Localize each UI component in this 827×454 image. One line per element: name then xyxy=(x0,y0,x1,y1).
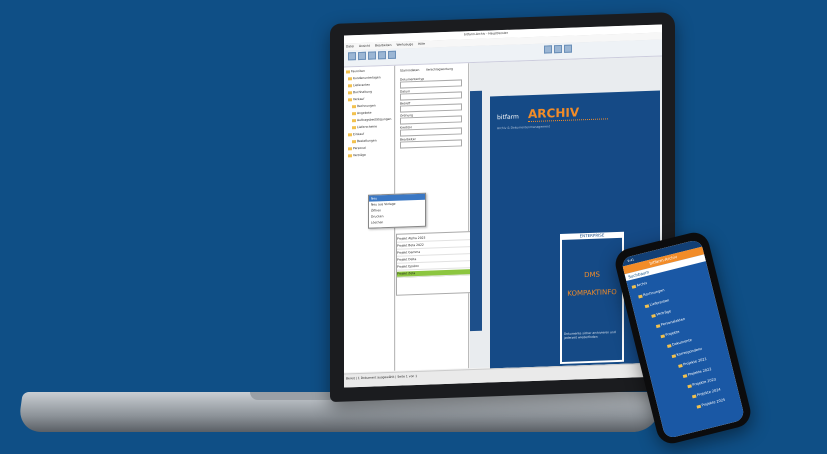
folder-icon xyxy=(352,125,356,129)
folder-icon xyxy=(348,153,352,157)
phone-tree-item[interactable]: Rechnungen xyxy=(638,288,665,298)
folder-icon xyxy=(348,83,352,87)
folder-icon xyxy=(348,97,352,101)
menu-bearbeiten[interactable]: Bearbeiten xyxy=(375,43,391,48)
new-icon[interactable] xyxy=(348,52,356,61)
doctype-field[interactable] xyxy=(400,79,462,89)
folder-icon xyxy=(687,383,692,388)
tree-item[interactable]: Bestellungen xyxy=(352,138,377,143)
phone-tree-item[interactable]: Verträge xyxy=(651,309,671,318)
phone-tree-item[interactable]: Dokumente xyxy=(666,338,692,348)
menu-werkzeuge[interactable]: Werkzeuge xyxy=(396,42,413,47)
folder-icon xyxy=(352,139,356,143)
open-icon[interactable] xyxy=(358,51,366,61)
brand-tagline: Archiv & Dokumentenmanagement xyxy=(497,124,551,131)
folder-icon xyxy=(678,363,683,368)
settings-icon[interactable] xyxy=(564,44,572,53)
folder-icon xyxy=(691,394,697,398)
folder-icon xyxy=(651,313,656,318)
print-icon[interactable] xyxy=(378,51,386,60)
phone-tree-item[interactable]: Personalakten xyxy=(655,317,685,328)
phone-tree-item[interactable]: Archiv xyxy=(631,281,648,289)
tree-item[interactable]: Favoriten xyxy=(346,69,365,74)
phone-tree-item[interactable]: Projekte 2024 xyxy=(691,387,721,398)
tree-item[interactable]: Personal xyxy=(348,146,366,151)
folder-icon xyxy=(666,343,672,348)
folder-icon xyxy=(644,303,650,308)
phone-tree-item[interactable]: Projekte xyxy=(660,330,680,339)
window-title: bitfarm-Archiv - Hauptfenster xyxy=(464,30,508,37)
folder-icon xyxy=(348,76,352,80)
brand-small: bitfarm xyxy=(497,113,519,122)
folder-icon xyxy=(660,333,665,338)
folder-icon xyxy=(346,69,350,73)
folder-icon xyxy=(696,404,702,409)
phone-time: 9:41 xyxy=(627,257,635,264)
tree-item[interactable]: Auftragsbestätigungen xyxy=(352,117,391,122)
folder-icon xyxy=(352,111,356,115)
folder-icon xyxy=(348,132,352,136)
folder-icon xyxy=(655,323,661,328)
tree-item[interactable]: Verkauf xyxy=(348,97,364,102)
folder-icon xyxy=(638,294,643,298)
zoom-icon[interactable] xyxy=(544,45,552,54)
date-field[interactable] xyxy=(400,91,462,101)
phone-tree-item[interactable]: Korrespondenz xyxy=(671,347,702,358)
tree-item[interactable]: Lieferscheine xyxy=(352,124,377,129)
folder-icon xyxy=(352,118,356,122)
menu-ansicht[interactable]: Ansicht xyxy=(359,44,370,48)
menu-hilfe[interactable]: Hilfe xyxy=(418,42,425,46)
subject-field[interactable] xyxy=(400,103,462,113)
tree-item[interactable]: Einkauf xyxy=(348,132,364,137)
info-card xyxy=(560,233,624,365)
tab-verschlagwortung[interactable]: Verschlagwortung xyxy=(426,67,453,72)
tree-item[interactable]: Kundenunterlagen xyxy=(348,75,381,80)
phone-tree-item[interactable]: Projekte 2025 xyxy=(696,398,726,409)
folder-icon xyxy=(682,373,688,378)
folder-icon xyxy=(671,353,677,358)
search-icon[interactable] xyxy=(388,50,396,60)
creditor-field[interactable] xyxy=(400,127,462,137)
folder-icon xyxy=(348,90,352,94)
phone-tree-item[interactable]: Projekte 2021 xyxy=(678,357,707,368)
menu-datei[interactable]: Datei xyxy=(346,44,354,48)
context-menu: Neu Neu aus Vorlage Öffnen Drucken Lösch… xyxy=(368,192,426,229)
laptop-screen: bitfarm-Archiv - Hauptfenster Datei Ansi… xyxy=(344,24,662,388)
editor-field[interactable] xyxy=(400,139,462,149)
tree-item[interactable]: Lieferanten xyxy=(348,83,370,88)
rotate-icon[interactable] xyxy=(554,44,562,54)
viewer-toolbar[interactable] xyxy=(470,90,482,332)
save-icon[interactable] xyxy=(368,51,376,60)
folder-icon xyxy=(352,104,356,108)
phone-tree-item[interactable]: Projekte 2022 xyxy=(682,367,712,378)
tab-stammdaten[interactable]: Stammdaten xyxy=(400,68,419,73)
folder-icon xyxy=(631,284,637,289)
tree-item[interactable]: Buchhaltung xyxy=(348,90,372,95)
tree-item[interactable]: Rechnungen xyxy=(352,103,376,108)
order-field[interactable] xyxy=(400,115,462,125)
folder-icon xyxy=(348,146,352,150)
phone-tree-item[interactable]: Lieferanten xyxy=(644,298,670,308)
tree-item[interactable]: Verträge xyxy=(348,153,366,158)
status-text: Bereit | 1 Dokument ausgewählt | Seite 1… xyxy=(346,373,418,381)
phone-tree-item[interactable]: Projekte 2023 xyxy=(687,377,716,388)
ctx-item-loeschen[interactable]: Löschen xyxy=(369,218,425,226)
tree-item[interactable]: Angebote xyxy=(352,111,371,116)
